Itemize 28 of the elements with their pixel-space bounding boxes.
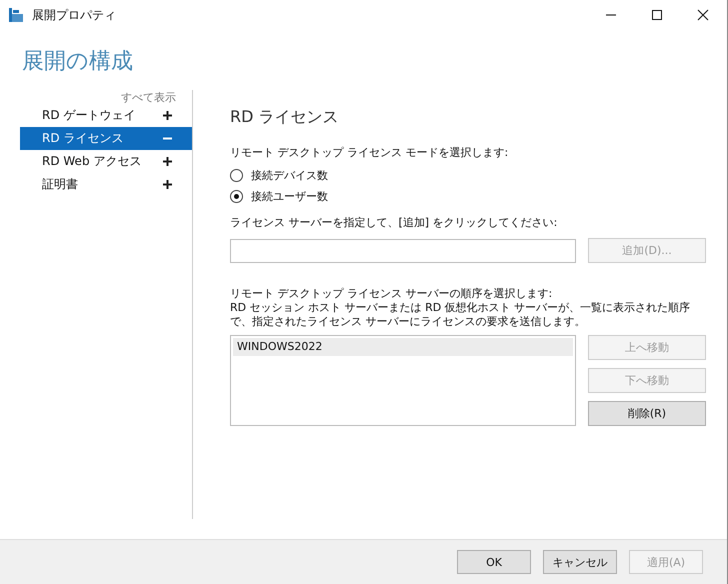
sidebar-item[interactable]: RD Web アクセス xyxy=(20,150,192,173)
radio-option[interactable]: 接続ユーザー数 xyxy=(230,186,706,207)
sidebar-item[interactable]: RD ゲートウェイ xyxy=(20,104,192,127)
close-icon[interactable] xyxy=(697,9,709,21)
section-title: RD ライセンス xyxy=(230,107,340,128)
expand-icon xyxy=(163,111,172,120)
server-list[interactable]: WINDOWS2022 xyxy=(230,335,576,426)
expand-icon xyxy=(163,180,172,189)
sidebar-item[interactable]: RD ライセンス xyxy=(20,127,192,150)
app-icon xyxy=(8,7,24,23)
radio-button[interactable] xyxy=(230,169,243,182)
dialog-button[interactable]: OK xyxy=(457,550,531,574)
server-input-field[interactable] xyxy=(230,238,576,262)
sidebar-item[interactable]: 証明書 xyxy=(20,173,192,196)
list-button[interactable]: 削除(R) xyxy=(588,401,706,426)
server-list-item[interactable]: WINDOWS2022 xyxy=(233,338,573,356)
page-heading: 展開の構成 xyxy=(21,48,134,74)
expand-icon xyxy=(163,157,172,166)
order-description: RD セッション ホスト サーバーまたは RD 仮想化ホスト サーバーが、一覧に表示された順序で、指定されたライセンス サーバーにライセンスの要求を送信します。 xyxy=(230,301,692,329)
mode-label: リモート デスクトップ ライセンス モードを選択します: xyxy=(230,145,510,160)
window-title: 展開プロパティ xyxy=(32,6,116,24)
order-label: リモート デスクトップ ライセンス サーバーの順序を選択します: xyxy=(230,286,554,301)
maximize-icon[interactable] xyxy=(651,9,663,21)
server-label: ライセンス サーバーを指定して、[追加] をクリックしてください: xyxy=(230,215,558,230)
radio-option[interactable]: 接続デバイス数 xyxy=(230,165,706,186)
dialog-button[interactable]: キャンセル xyxy=(543,550,617,574)
radio-button[interactable] xyxy=(230,190,243,203)
show-all-link[interactable]: すべて表示 xyxy=(121,91,176,104)
